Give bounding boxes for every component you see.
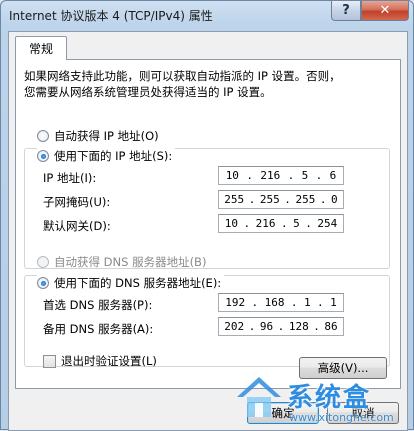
manual-ip-radio[interactable]: 使用下面的 IP 地址(S): [37,148,176,164]
octet: 128 [288,320,309,333]
auto-ip-label: 自动获得 IP 地址(O) [54,129,159,143]
subnet-mask-label: 子网掩码(U): [43,195,111,209]
octet: 254 [317,217,338,230]
auto-dns-radio[interactable]: 自动获得 DNS 服务器地址(B) [37,254,206,270]
description-line-1: 如果网络支持此功能，则可以获取自动指派的 IP 设置。否则， [24,69,341,83]
octet: 5 [293,217,300,230]
octet: 192 [225,296,246,309]
octet: 1 [303,296,311,309]
manual-dns-label: 使用下面的 DNS 服务器地址(E): [54,276,222,290]
alternate-dns-label: 备用 DNS 服务器(A): [43,322,154,336]
dialog-window: Internet 协议版本 4 (TCP/IPv4) 属性 ? ✕ 常规 如果网… [0,0,414,431]
octet: 10 [225,169,239,182]
subnet-mask-input[interactable]: 255. 255. 255. 0 [218,190,344,209]
octet: 10 [224,217,238,230]
octet: 5 [301,169,309,182]
checkbox-icon [43,354,56,368]
octet: 168 [264,296,285,309]
default-gateway-label: 默认网关(D): [43,219,111,233]
help-button[interactable]: ? [331,1,361,21]
validate-on-exit-label: 退出时验证设置(L) [61,354,157,368]
description-text: 如果网络支持此功能，则可以获取自动指派的 IP 设置。否则， 您需要从网络系统管… [24,68,394,100]
octet: 6 [329,169,337,182]
octet: 1 [330,296,337,309]
octet: 86 [324,320,338,333]
octet: 255 [259,193,280,206]
watermark-url: www.xitonghe.com [289,411,394,424]
title-bar[interactable]: Internet 协议版本 4 (TCP/IPv4) 属性 ? ✕ [1,1,413,29]
octet: 216 [260,169,281,182]
octet: 255 [295,193,316,206]
alternate-dns-input[interactable]: 202. 96. 128. 86 [218,317,344,336]
ip-address-input[interactable]: 10. 216. 5. 6 [218,166,344,185]
ip-address-label: IP 地址(I): [43,171,97,185]
manual-ip-label: 使用下面的 IP 地址(S): [54,149,173,163]
radio-circle-icon [37,130,49,142]
dialog-client-area: 常规 如果网络支持此功能，则可以获取自动指派的 IP 设置。否则， 您需要从网络… [8,31,408,431]
manual-dns-radio[interactable]: 使用下面的 DNS 服务器地址(E): [37,275,225,291]
auto-ip-radio[interactable]: 自动获得 IP 地址(O) [37,128,159,144]
preferred-dns-input[interactable]: 192. 168. 1. 1 [218,293,344,312]
description-line-2: 您需要从网络系统管理员处获得适当的 IP 设置。 [24,85,272,99]
watermark-brand: 系统盒 [287,383,372,413]
validate-on-exit-checkbox[interactable]: 退出时验证设置(L) [43,353,157,369]
radio-selected-icon [37,150,49,162]
window-title: Internet 协议版本 4 (TCP/IPv4) 属性 [9,9,213,23]
octet: 0 [331,193,338,206]
close-button[interactable]: ✕ [361,1,409,21]
tab-general[interactable]: 常规 [15,36,67,60]
octet: 255 [224,193,245,206]
preferred-dns-label: 首选 DNS 服务器(P): [43,298,153,312]
octet: 216 [255,217,276,230]
radio-circle-icon [37,256,49,268]
auto-dns-label: 自动获得 DNS 服务器地址(B) [54,255,207,269]
radio-selected-icon [37,277,49,289]
octet: 202 [224,320,245,333]
site-watermark: 系统盒 www.xitonghe.com [233,373,413,429]
default-gateway-input[interactable]: 10. 216. 5. 254 [218,214,344,233]
house-logo-icon [237,377,281,417]
octet: 96 [259,320,274,333]
